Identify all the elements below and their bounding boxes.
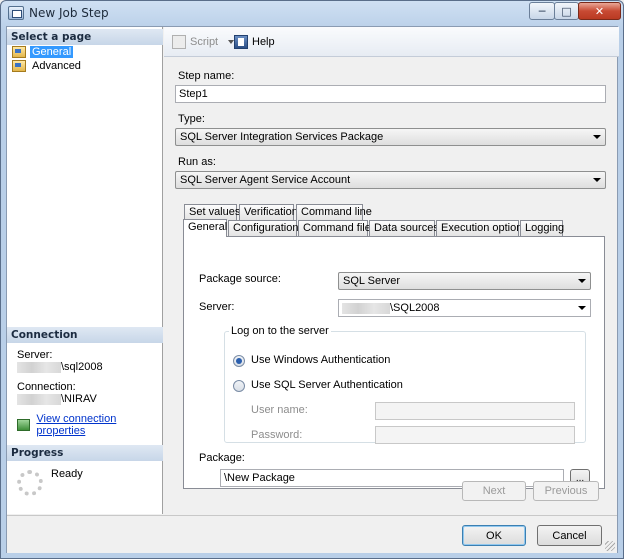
previous-button[interactable]: Previous bbox=[533, 481, 599, 501]
chevron-down-icon bbox=[593, 178, 601, 182]
chevron-down-icon bbox=[578, 279, 586, 283]
password-label: Password: bbox=[251, 429, 303, 441]
page-item-general[interactable]: General bbox=[12, 45, 74, 59]
logon-group-title: Log on to the server bbox=[229, 325, 331, 337]
next-button[interactable]: Next bbox=[462, 481, 526, 501]
job-step-window: New Job Step ─ □ ✕ Select a page General… bbox=[0, 0, 624, 559]
type-select[interactable]: SQL Server Integration Services Package bbox=[175, 128, 606, 146]
password-input[interactable] bbox=[375, 426, 575, 444]
title-bar[interactable]: New Job Step ─ □ ✕ bbox=[1, 1, 623, 25]
page-icon bbox=[12, 60, 26, 72]
app-icon bbox=[8, 6, 24, 20]
run-as-value: SQL Server Agent Service Account bbox=[180, 174, 351, 186]
page-label: Advanced bbox=[32, 60, 81, 72]
cancel-button[interactable]: Cancel bbox=[537, 525, 602, 546]
left-pane: Select a page General Advanced Connectio… bbox=[7, 27, 163, 514]
redacted-connection bbox=[17, 393, 61, 405]
run-as-select[interactable]: SQL Server Agent Service Account bbox=[175, 171, 606, 189]
progress-header: Progress bbox=[7, 445, 163, 461]
sql-auth-label[interactable]: Use SQL Server Authentication bbox=[251, 379, 403, 391]
help-label: Help bbox=[252, 36, 275, 48]
page-item-advanced[interactable]: Advanced bbox=[12, 59, 83, 73]
tab-set-values[interactable]: Set values bbox=[184, 204, 240, 220]
ok-button[interactable]: OK bbox=[462, 525, 526, 546]
redacted-server bbox=[342, 302, 390, 314]
help-icon bbox=[234, 35, 248, 49]
step-name-input[interactable]: Step1 bbox=[175, 85, 606, 103]
tab-verification[interactable]: Verification bbox=[239, 204, 298, 220]
tab-logging[interactable]: Logging bbox=[520, 220, 564, 236]
dialog-client-area: Select a page General Advanced Connectio… bbox=[6, 26, 619, 553]
chevron-down-icon bbox=[593, 135, 601, 139]
sql-auth-radio[interactable] bbox=[233, 380, 245, 392]
view-connection-properties-link[interactable]: View connection properties bbox=[36, 413, 162, 437]
page-icon bbox=[12, 46, 26, 58]
minimize-button[interactable]: ─ bbox=[529, 2, 555, 20]
logon-group: Log on to the server Use Windows Authent… bbox=[224, 325, 586, 444]
windows-auth-label[interactable]: Use Windows Authentication bbox=[251, 354, 390, 366]
page-label: General bbox=[30, 46, 74, 58]
server-label: Server: bbox=[17, 349, 53, 361]
general-tab-panel: Package source: SQL Server Server: \SQL2… bbox=[183, 236, 605, 489]
toolbar: Script Help bbox=[164, 27, 619, 57]
tab-configurations[interactable]: Configurations bbox=[228, 220, 304, 236]
close-button[interactable]: ✕ bbox=[578, 2, 621, 20]
dialog-footer: OK Cancel bbox=[7, 515, 617, 553]
step-name-label: Step name: bbox=[178, 70, 235, 82]
type-value: SQL Server Integration Services Package bbox=[180, 131, 384, 143]
tab-command-files[interactable]: Command files bbox=[298, 220, 376, 236]
run-as-label: Run as: bbox=[178, 156, 216, 168]
connection-value-row: \NIRAV bbox=[17, 393, 97, 405]
package-source-select[interactable]: SQL Server bbox=[338, 272, 591, 290]
connection-properties-icon bbox=[17, 419, 31, 431]
connection-header: Connection bbox=[7, 327, 163, 343]
redacted-server bbox=[17, 361, 61, 373]
progress-spinner-icon bbox=[17, 470, 43, 496]
progress-status: Ready bbox=[51, 468, 83, 480]
server-value: \SQL2008 bbox=[390, 302, 440, 314]
script-label: Script bbox=[190, 36, 219, 48]
type-label: Type: bbox=[178, 113, 205, 125]
package-label: Package: bbox=[199, 452, 245, 464]
select-page-header: Select a page bbox=[7, 29, 163, 45]
connection-value: \NIRAV bbox=[61, 393, 97, 405]
connection-label: Connection: bbox=[17, 381, 76, 393]
tab-execution-options[interactable]: Execution options bbox=[436, 220, 528, 236]
package-source-label: Package source: bbox=[199, 273, 281, 285]
maximize-button[interactable]: □ bbox=[554, 2, 579, 20]
resize-grip-icon[interactable] bbox=[605, 541, 615, 551]
script-button[interactable]: Script bbox=[172, 35, 235, 49]
server-label: Server: bbox=[199, 301, 235, 313]
server-value-row: \sql2008 bbox=[17, 361, 103, 373]
view-connection-row: View connection properties bbox=[17, 413, 162, 437]
server-value: \sql2008 bbox=[61, 361, 103, 373]
script-icon bbox=[172, 35, 186, 49]
help-button[interactable]: Help bbox=[234, 35, 275, 49]
windows-auth-radio[interactable] bbox=[233, 355, 245, 367]
window-title: New Job Step bbox=[29, 6, 109, 20]
username-input[interactable] bbox=[375, 402, 575, 420]
tab-data-sources[interactable]: Data sources bbox=[369, 220, 439, 236]
username-label: User name: bbox=[251, 404, 308, 416]
package-source-value: SQL Server bbox=[343, 275, 401, 287]
tab-general[interactable]: General bbox=[183, 219, 227, 237]
server-combo[interactable]: \SQL2008 bbox=[338, 299, 591, 317]
chevron-down-icon bbox=[578, 306, 586, 310]
tab-command-line[interactable]: Command line bbox=[296, 204, 372, 220]
